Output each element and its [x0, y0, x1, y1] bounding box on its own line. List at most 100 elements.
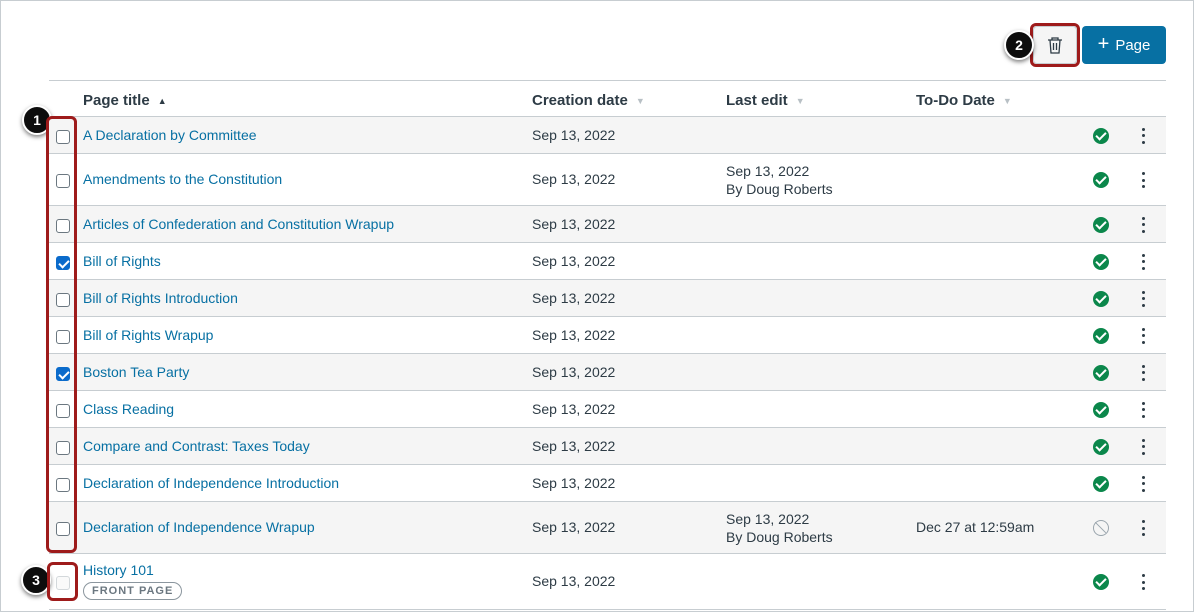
callout-2: 2 — [1004, 30, 1034, 60]
kebab-dot — [1141, 533, 1145, 536]
table-row: History 101 FRONT PAGE Sep 13, 2022 — [49, 554, 1166, 610]
kebab-dot — [1141, 266, 1145, 270]
sort-ascending-icon: ▲ — [157, 95, 167, 106]
kebab-menu-icon[interactable] — [1139, 438, 1147, 455]
kebab-dot — [1141, 134, 1145, 137]
page-title-link[interactable]: Bill of Rights Wrapup — [83, 327, 213, 343]
kebab-menu-icon[interactable] — [1139, 520, 1147, 536]
kebab-menu-icon[interactable] — [1139, 127, 1147, 144]
published-check-icon[interactable] — [1093, 475, 1109, 492]
kebab-dot — [1141, 520, 1145, 523]
kebab-menu-icon[interactable] — [1139, 364, 1147, 381]
last-edit: Sep 13, 2022 By Doug Roberts — [726, 162, 833, 198]
kebab-dot — [1141, 178, 1145, 182]
kebab-dot — [1141, 475, 1145, 479]
pages-panel: + Page 2 1 3 Page title ▲ Creation date … — [0, 0, 1194, 612]
published-check-icon[interactable] — [1093, 327, 1109, 344]
last-edit-author: By Doug Roberts — [726, 181, 833, 197]
creation-date: Sep 13, 2022 — [532, 573, 616, 589]
kebab-dot — [1141, 377, 1145, 381]
kebab-dot — [1141, 488, 1145, 492]
page-title-link[interactable]: Bill of Rights Introduction — [83, 290, 238, 306]
page-title-link[interactable]: Articles of Confederation and Constituti… — [83, 216, 394, 232]
sort-arrow-icon: ▼ — [635, 95, 645, 106]
kebab-dot — [1141, 290, 1145, 294]
plus-icon: + — [1097, 33, 1110, 55]
table-row: Declaration of Independence Wrapup Sep 13… — [49, 502, 1166, 554]
kebab-dot — [1141, 371, 1145, 374]
last-edit-date: Sep 13, 2022 — [726, 511, 810, 527]
table-row: Compare and Contrast: Taxes Today Sep 13,… — [49, 428, 1166, 465]
table-row: Bill of Rights Introduction Sep 13, 2022 — [49, 280, 1166, 317]
published-check-icon[interactable] — [1093, 364, 1109, 381]
page-title-link[interactable]: Declaration of Independence Wrapup — [83, 519, 315, 535]
kebab-menu-icon[interactable] — [1139, 327, 1147, 344]
kebab-menu-icon[interactable] — [1139, 475, 1147, 492]
add-page-button[interactable]: + Page — [1082, 26, 1166, 64]
creation-date: Sep 13, 2022 — [532, 437, 616, 454]
page-title-link[interactable]: Declaration of Independence Introduction — [83, 475, 339, 491]
kebab-dot — [1141, 297, 1145, 300]
kebab-menu-icon[interactable] — [1139, 290, 1147, 307]
page-title-link[interactable]: A Declaration by Committee — [83, 127, 257, 143]
front-page-checkbox-highlight — [47, 562, 78, 601]
kebab-dot — [1141, 340, 1145, 344]
kebab-dot — [1141, 414, 1145, 418]
creation-date: Sep 13, 2022 — [532, 171, 616, 187]
column-header-todo-date[interactable]: To-Do Date ▼ — [916, 92, 1012, 109]
page-title-link[interactable]: Compare and Contrast: Taxes Today — [83, 438, 310, 454]
sort-arrow-icon: ▼ — [1002, 95, 1012, 106]
published-check-icon[interactable] — [1093, 216, 1109, 233]
creation-date: Sep 13, 2022 — [532, 474, 616, 491]
creation-date: Sep 13, 2022 — [532, 326, 616, 343]
unpublished-icon[interactable] — [1093, 520, 1109, 536]
published-check-icon[interactable] — [1093, 574, 1109, 590]
published-check-icon[interactable] — [1093, 401, 1109, 418]
table-row: Bill of Rights Wrapup Sep 13, 2022 — [49, 317, 1166, 354]
table-row: A Declaration by Committee Sep 13, 2022 — [49, 117, 1166, 154]
published-check-icon[interactable] — [1093, 127, 1109, 144]
kebab-menu-icon[interactable] — [1139, 253, 1147, 270]
delete-button-highlight — [1030, 23, 1080, 67]
kebab-dot — [1141, 260, 1145, 263]
creation-date: Sep 13, 2022 — [532, 126, 616, 143]
creation-date: Sep 13, 2022 — [532, 289, 616, 306]
creation-date: Sep 13, 2022 — [532, 400, 616, 417]
kebab-dot — [1141, 172, 1145, 175]
page-title-link[interactable]: Amendments to the Constitution — [83, 171, 282, 187]
kebab-dot — [1141, 303, 1145, 307]
table-body: A Declaration by Committee Sep 13, 2022 Am… — [49, 117, 1166, 610]
page-title-link[interactable]: History 101 — [83, 562, 154, 578]
published-check-icon[interactable] — [1093, 172, 1109, 188]
kebab-dot — [1141, 451, 1145, 455]
table-row: Class Reading Sep 13, 2022 — [49, 391, 1166, 428]
page-title-link[interactable]: Boston Tea Party — [83, 364, 189, 380]
kebab-menu-icon[interactable] — [1139, 172, 1147, 188]
kebab-dot — [1141, 140, 1145, 144]
column-header-creation-date[interactable]: Creation date ▼ — [532, 92, 645, 109]
creation-date: Sep 13, 2022 — [532, 215, 616, 232]
page-title-link[interactable]: Bill of Rights — [83, 253, 161, 269]
creation-date: Sep 13, 2022 — [532, 363, 616, 380]
pages-table: Page title ▲ Creation date ▼ Last edit ▼… — [49, 80, 1166, 610]
kebab-menu-icon[interactable] — [1139, 574, 1147, 590]
table-row: Bill of Rights Sep 13, 2022 — [49, 243, 1166, 280]
published-check-icon[interactable] — [1093, 290, 1109, 307]
kebab-dot — [1141, 401, 1145, 405]
last-edit: Sep 13, 2022 By Doug Roberts — [726, 510, 833, 546]
front-page-badge: FRONT PAGE — [83, 582, 183, 600]
published-check-icon[interactable] — [1093, 253, 1109, 270]
column-header-last-edit[interactable]: Last edit ▼ — [726, 92, 805, 109]
last-edit-date: Sep 13, 2022 — [726, 163, 810, 179]
column-header-page-title[interactable]: Page title ▲ — [83, 92, 167, 109]
kebab-dot — [1141, 127, 1145, 131]
kebab-dot — [1141, 216, 1145, 220]
page-title-link[interactable]: Class Reading — [83, 401, 174, 417]
table-row: Articles of Confederation and Constituti… — [49, 206, 1166, 243]
kebab-dot — [1141, 580, 1145, 584]
kebab-dot — [1141, 327, 1145, 331]
kebab-menu-icon[interactable] — [1139, 401, 1147, 418]
kebab-menu-icon[interactable] — [1139, 216, 1147, 233]
kebab-dot — [1141, 223, 1145, 226]
published-check-icon[interactable] — [1093, 438, 1109, 455]
